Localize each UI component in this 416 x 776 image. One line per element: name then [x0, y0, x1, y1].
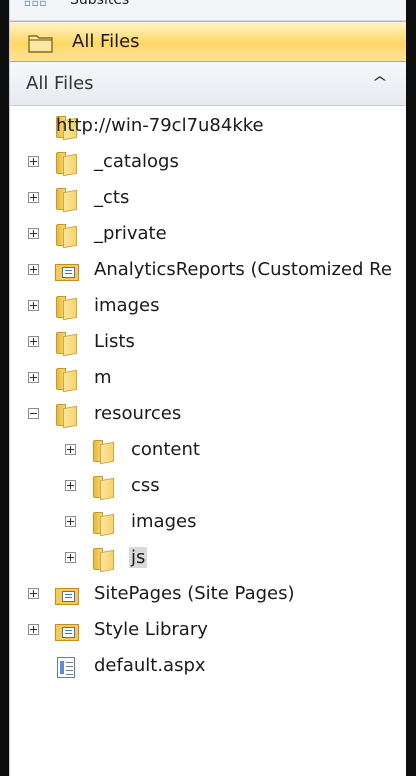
- expand-icon[interactable]: [28, 300, 39, 311]
- folder-icon: [91, 510, 115, 537]
- chevron-up-icon[interactable]: ^: [372, 75, 388, 91]
- tree-item[interactable]: content: [10, 436, 406, 466]
- folder-icon: [54, 330, 78, 357]
- expand-icon[interactable]: [65, 516, 76, 527]
- nav-item-all-files-label: All Files: [72, 31, 140, 52]
- expand-icon[interactable]: [28, 192, 39, 203]
- panel-title: All Files: [26, 73, 94, 94]
- expand-icon[interactable]: [65, 552, 76, 563]
- nav-item-all-files[interactable]: All Files: [10, 21, 406, 62]
- subsites-icon: ▫▫▫: [24, 0, 48, 9]
- nav-item-subsites[interactable]: ▫▫▫ Subsites: [10, 0, 406, 21]
- folder-icon: [54, 366, 78, 393]
- tree-item-label: _cts: [94, 187, 130, 208]
- tree-item-label: Lists: [94, 331, 135, 352]
- tree-item[interactable]: _cts: [10, 184, 406, 214]
- expand-icon[interactable]: [28, 156, 39, 167]
- tree-item-label: images: [94, 295, 160, 316]
- document-library-icon: [54, 258, 79, 284]
- tree-item-label: css: [131, 475, 160, 496]
- navigation-panel: ▫▫▫ Subsites All Files All Files ^ http:…: [9, 0, 406, 776]
- folder-icon: [54, 294, 78, 321]
- expand-icon[interactable]: [28, 336, 39, 347]
- tree-item[interactable]: default.aspx: [10, 652, 406, 682]
- folder-icon: [54, 186, 78, 213]
- tree-item-label: http://win-79cl7u84kke: [56, 115, 264, 136]
- tree-item[interactable]: images: [10, 508, 406, 538]
- folder-icon: [54, 222, 78, 249]
- tree-item-label: SitePages (Site Pages): [94, 583, 295, 604]
- tree-item-label: default.aspx: [94, 655, 206, 676]
- tree-item-label: content: [131, 439, 200, 460]
- expand-icon[interactable]: [28, 372, 39, 383]
- tree-item[interactable]: resources: [10, 400, 406, 430]
- expand-icon[interactable]: [28, 588, 39, 599]
- tree-item[interactable]: AnalyticsReports (Customized Re: [10, 256, 406, 286]
- tree-item[interactable]: _private: [10, 220, 406, 250]
- document-library-icon: [54, 582, 79, 608]
- folder-icon: [91, 474, 115, 501]
- tree-item-label: _catalogs: [94, 151, 179, 172]
- all-files-header[interactable]: All Files ^: [10, 62, 406, 106]
- tree-item[interactable]: m: [10, 364, 406, 394]
- tree-item[interactable]: http://win-79cl7u84kke: [10, 112, 406, 142]
- expand-icon[interactable]: [65, 480, 76, 491]
- tree-item-label: m: [94, 367, 112, 388]
- collapse-icon[interactable]: [28, 408, 39, 419]
- tree-item-label: AnalyticsReports (Customized Re: [94, 259, 392, 280]
- tree-item-label: _private: [94, 223, 167, 244]
- tree-item[interactable]: Lists: [10, 328, 406, 358]
- folder-icon: [54, 150, 78, 177]
- tree-item[interactable]: js: [10, 544, 406, 574]
- expand-icon[interactable]: [28, 624, 39, 635]
- tree-item-label: Style Library: [94, 619, 208, 640]
- folder-icon: [91, 438, 115, 465]
- nav-item-subsites-label: Subsites: [70, 0, 130, 8]
- document-library-icon: [54, 618, 79, 644]
- expand-icon[interactable]: [28, 228, 39, 239]
- tree-item[interactable]: images: [10, 292, 406, 322]
- folder-icon: [54, 402, 78, 429]
- expand-icon[interactable]: [28, 264, 39, 275]
- tree-item[interactable]: Style Library: [10, 616, 406, 646]
- tree-item-label: resources: [94, 403, 182, 424]
- tree-item[interactable]: SitePages (Site Pages): [10, 580, 406, 610]
- folder-icon: [91, 546, 115, 573]
- page-icon: [54, 654, 78, 680]
- expand-icon[interactable]: [65, 444, 76, 455]
- tree-item-label: images: [131, 511, 197, 532]
- tree-item-label: js: [129, 547, 148, 568]
- tree-item[interactable]: css: [10, 472, 406, 502]
- tree-item[interactable]: _catalogs: [10, 148, 406, 178]
- folder-icon: [28, 33, 54, 57]
